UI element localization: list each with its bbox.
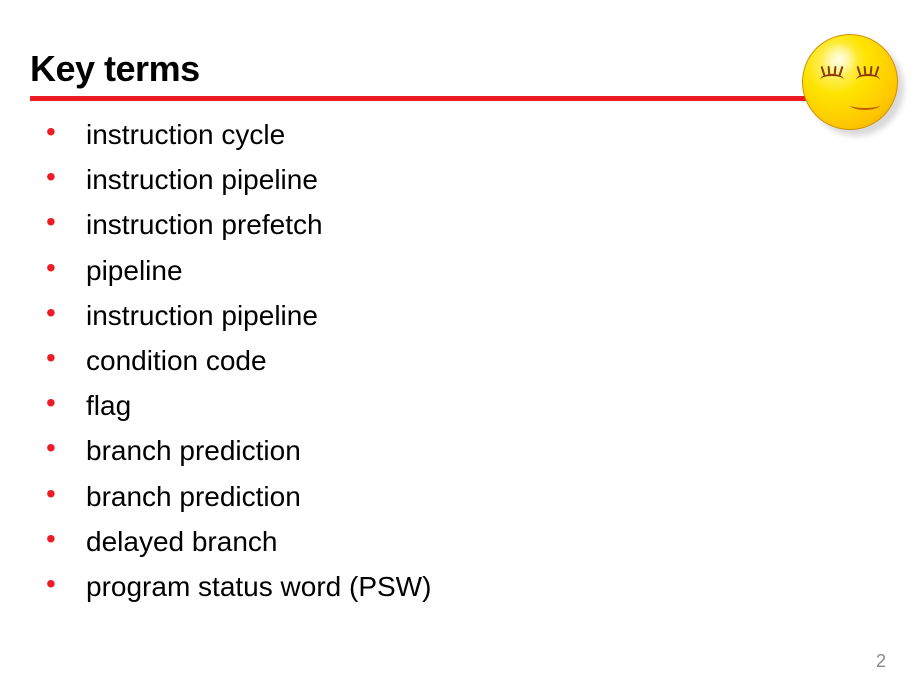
page-number: 2 — [876, 651, 886, 672]
bullet-list: • instruction cycle • instruction pipeli… — [0, 115, 920, 606]
list-item: • instruction pipeline — [46, 296, 920, 335]
list-item: • instruction cycle — [46, 115, 920, 154]
mouth-icon — [850, 100, 880, 110]
bullet-text: instruction prefetch — [86, 205, 323, 244]
list-item: • instruction prefetch — [46, 205, 920, 244]
bullet-icon: • — [46, 567, 86, 601]
bullet-text: program status word (PSW) — [86, 567, 431, 606]
bullet-icon: • — [46, 341, 86, 375]
smiley-face-icon — [802, 34, 902, 134]
bullet-icon: • — [46, 522, 86, 556]
list-item: • instruction pipeline — [46, 160, 920, 199]
bullet-icon: • — [46, 431, 86, 465]
bullet-text: pipeline — [86, 251, 183, 290]
list-item: • delayed branch — [46, 522, 920, 561]
bullet-text: instruction cycle — [86, 115, 285, 154]
bullet-icon: • — [46, 477, 86, 511]
bullet-text: branch prediction — [86, 477, 301, 516]
bullet-icon: • — [46, 296, 86, 330]
closed-eye-right-icon — [854, 66, 882, 84]
list-item: • flag — [46, 386, 920, 425]
list-item: • branch prediction — [46, 477, 920, 516]
bullet-text: delayed branch — [86, 522, 277, 561]
list-item: • program status word (PSW) — [46, 567, 920, 606]
bullet-icon: • — [46, 386, 86, 420]
bullet-text: instruction pipeline — [86, 296, 318, 335]
list-item: • branch prediction — [46, 431, 920, 470]
bullet-text: condition code — [86, 341, 267, 380]
bullet-icon: • — [46, 251, 86, 285]
page-title: Key terms — [0, 0, 920, 96]
list-item: • pipeline — [46, 251, 920, 290]
closed-eye-left-icon — [818, 66, 846, 84]
bullet-icon: • — [46, 160, 86, 194]
title-underline — [30, 96, 890, 101]
bullet-text: instruction pipeline — [86, 160, 318, 199]
list-item: • condition code — [46, 341, 920, 380]
bullet-icon: • — [46, 115, 86, 149]
bullet-icon: • — [46, 205, 86, 239]
bullet-text: branch prediction — [86, 431, 301, 470]
bullet-text: flag — [86, 386, 131, 425]
